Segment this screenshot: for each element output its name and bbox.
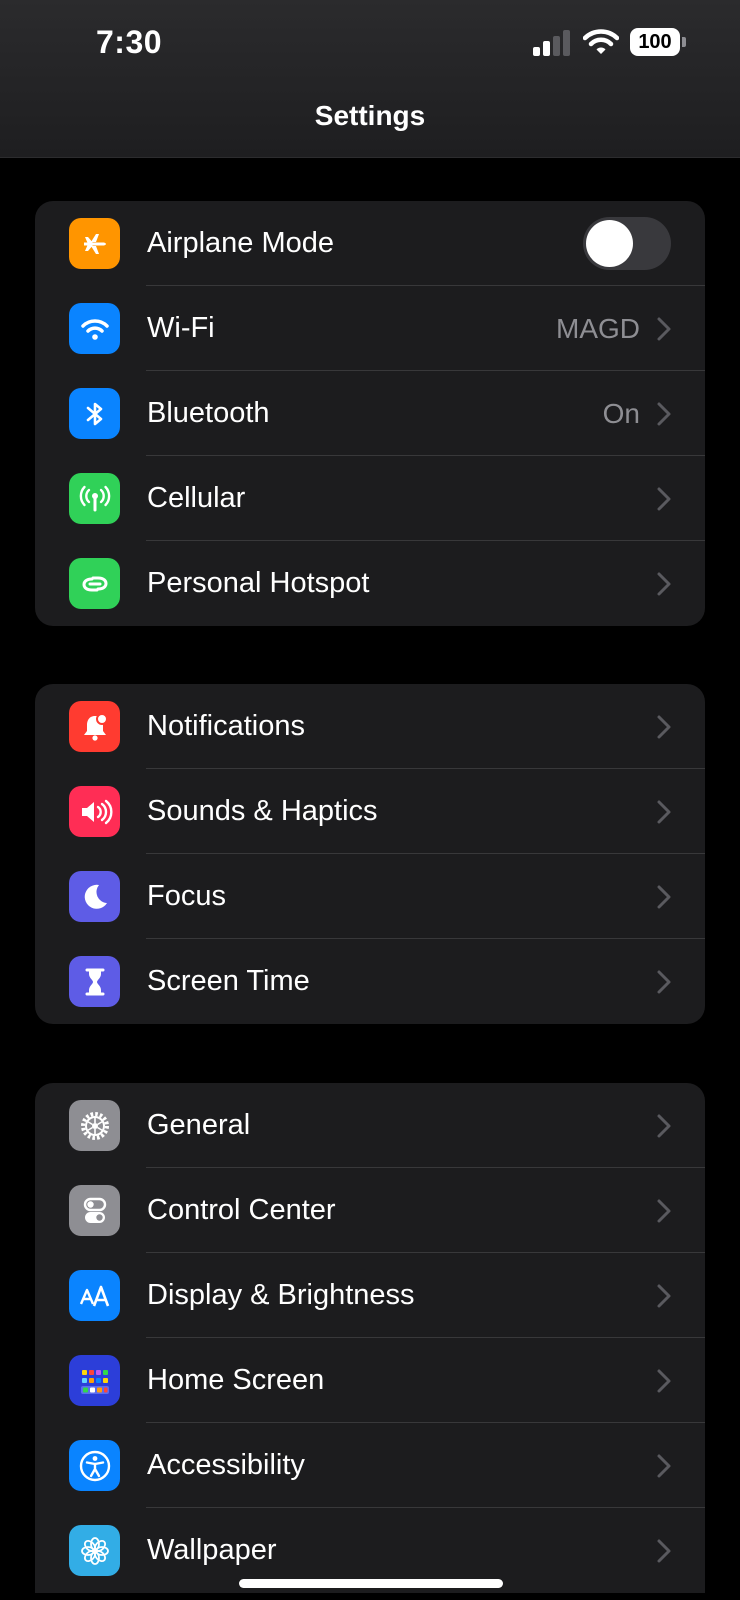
settings-row-label: General: [147, 1109, 251, 1141]
settings-row-general[interactable]: General: [35, 1083, 705, 1168]
chevron-right-icon: [657, 715, 671, 739]
settings-row-home-screen[interactable]: Home Screen: [35, 1338, 705, 1423]
speaker-icon: [69, 786, 120, 837]
chevron-right-icon: [657, 487, 671, 511]
battery-indicator: 100: [630, 28, 680, 56]
settings-group-notifications: Notifications Sounds & Haptics Focus Scr…: [35, 684, 705, 1024]
settings-row-screen-time[interactable]: Screen Time: [35, 939, 705, 1024]
battery-tip: [682, 37, 686, 47]
chevron-right-icon: [657, 572, 671, 596]
status-time: 7:30: [96, 24, 163, 60]
settings-row-airplane-mode[interactable]: Airplane Mode: [35, 201, 705, 286]
settings-row-accessibility[interactable]: Accessibility: [35, 1423, 705, 1508]
toggle-knob: [586, 220, 633, 267]
settings-row-label: Bluetooth: [147, 397, 270, 429]
top-bar: 7:30 100 Settings: [0, 0, 740, 158]
switches-icon: [69, 1185, 120, 1236]
settings-row-display-brightness[interactable]: Display & Brightness: [35, 1253, 705, 1338]
settings-row-label: Home Screen: [147, 1364, 325, 1396]
chevron-right-icon: [657, 1454, 671, 1478]
settings-row-sounds-haptics[interactable]: Sounds & Haptics: [35, 769, 705, 854]
settings-row-label: Control Center: [147, 1194, 336, 1226]
chevron-right-icon: [657, 1284, 671, 1308]
settings-row-label: Wi-Fi: [147, 312, 215, 344]
settings-row-focus[interactable]: Focus: [35, 854, 705, 939]
bluetooth-icon: [69, 388, 120, 439]
accessibility-icon: [69, 1440, 120, 1491]
chevron-right-icon: [657, 317, 671, 341]
chevron-right-icon: [657, 1199, 671, 1223]
cellular-signal-icon: [533, 30, 571, 56]
settings-row-cellular[interactable]: Cellular: [35, 456, 705, 541]
hotspot-icon: [69, 558, 120, 609]
settings-group-general: General Control Center Display & Brightn…: [35, 1083, 705, 1593]
chevron-right-icon: [657, 800, 671, 824]
settings-row-label: Accessibility: [147, 1449, 305, 1481]
settings-row-value: On: [602, 398, 640, 429]
settings-row-notifications[interactable]: Notifications: [35, 684, 705, 769]
text-size-icon: [69, 1270, 120, 1321]
hourglass-icon: [69, 956, 120, 1007]
settings-row-label: Screen Time: [147, 965, 310, 997]
moon-icon: [69, 871, 120, 922]
settings-row-personal-hotspot[interactable]: Personal Hotspot: [35, 541, 705, 626]
settings-row-label: Focus: [147, 880, 226, 912]
settings-row-label: Notifications: [147, 710, 305, 742]
bell-icon: [69, 701, 120, 752]
settings-row-wifi[interactable]: Wi-Fi MAGD: [35, 286, 705, 371]
settings-row-label: Sounds & Haptics: [147, 795, 378, 827]
app-grid-icon: [69, 1355, 120, 1406]
wifi-icon: [69, 303, 120, 354]
settings-row-label: Personal Hotspot: [147, 567, 370, 599]
chevron-right-icon: [657, 885, 671, 909]
chevron-right-icon: [657, 402, 671, 426]
antenna-icon: [69, 473, 120, 524]
settings-row-bluetooth[interactable]: Bluetooth On: [35, 371, 705, 456]
gear-icon: [69, 1100, 120, 1151]
chevron-right-icon: [657, 1369, 671, 1393]
chevron-right-icon: [657, 1114, 671, 1138]
flower-icon: [69, 1525, 120, 1576]
settings-row-control-center[interactable]: Control Center: [35, 1168, 705, 1253]
home-indicator[interactable]: [239, 1579, 503, 1588]
settings-group-connectivity: Airplane Mode Wi-Fi MAGD Bluetooth On Ce…: [35, 201, 705, 626]
chevron-right-icon: [657, 970, 671, 994]
airplane-mode-toggle[interactable]: [583, 217, 671, 270]
page-title: Settings: [314, 100, 426, 131]
settings-row-label: Cellular: [147, 482, 246, 514]
airplane-icon: [69, 218, 120, 269]
settings-row-value: MAGD: [556, 313, 640, 344]
settings-row-label: Display & Brightness: [147, 1279, 415, 1311]
chevron-right-icon: [657, 1539, 671, 1563]
wifi-status-icon: [583, 29, 619, 54]
settings-row-label: Airplane Mode: [147, 227, 334, 259]
